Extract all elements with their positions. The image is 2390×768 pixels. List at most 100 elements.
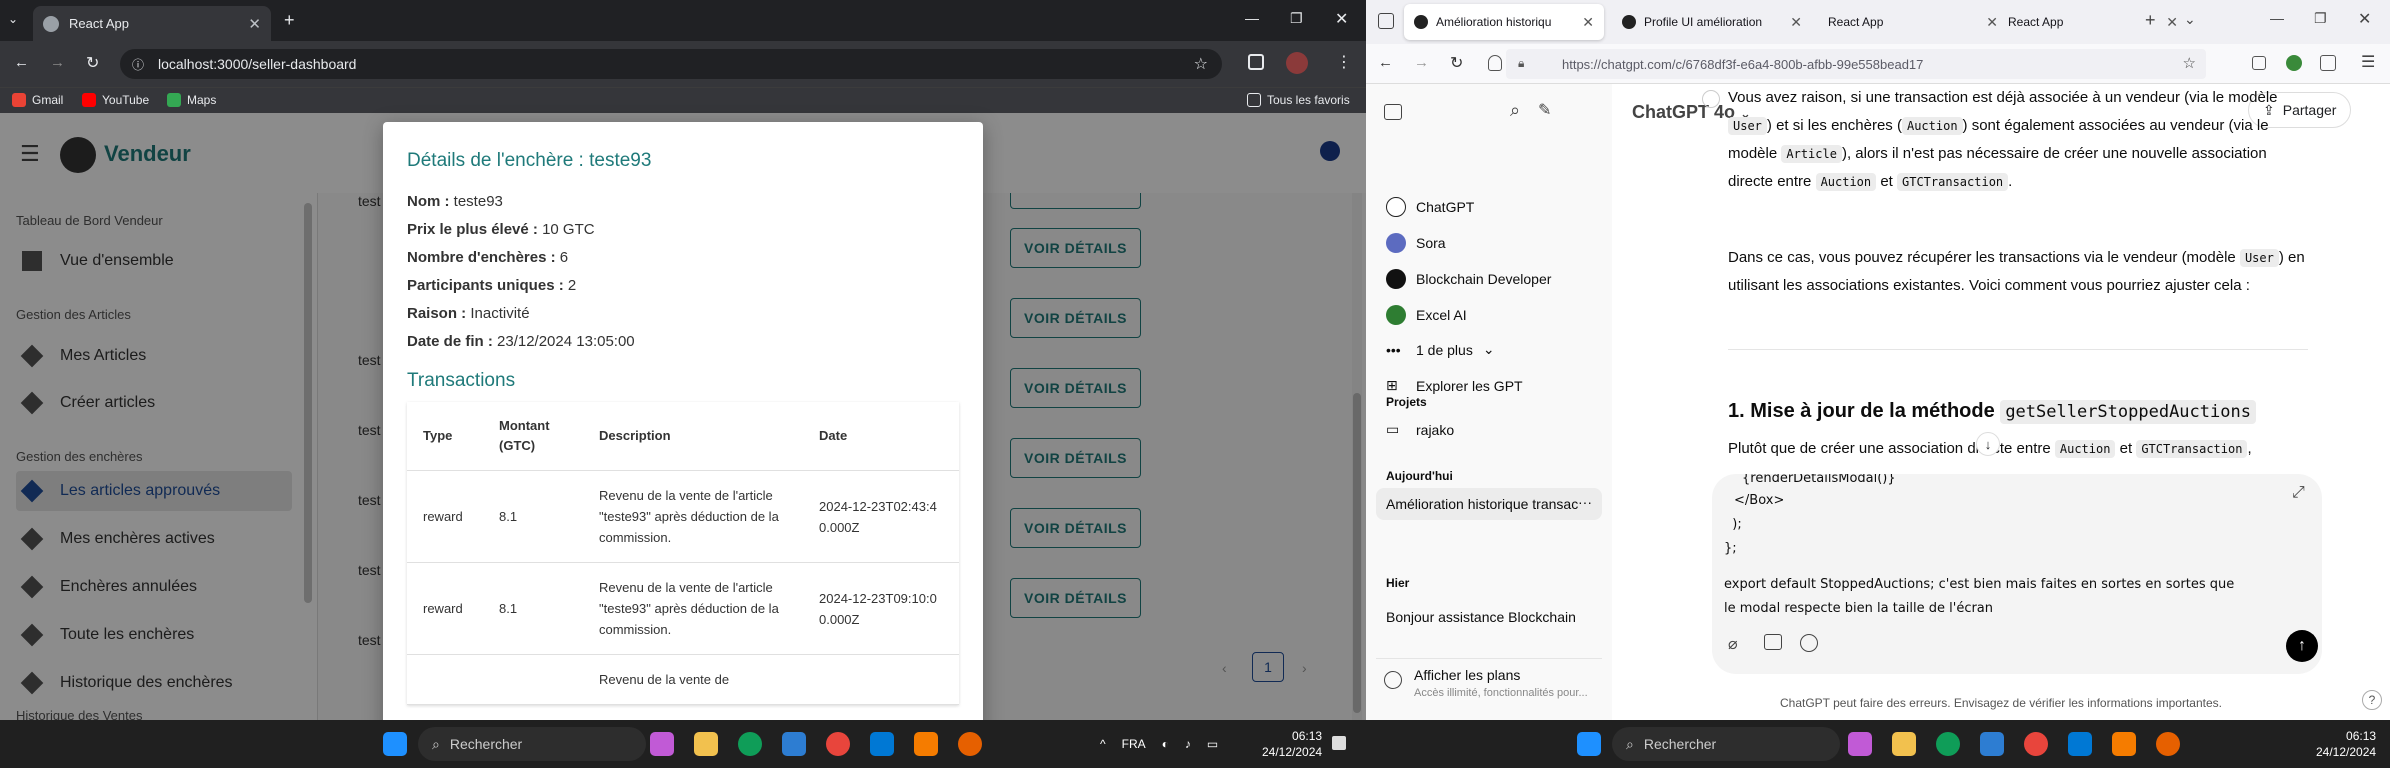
forward-icon[interactable]: → bbox=[1414, 54, 1429, 71]
extensions-icon[interactable] bbox=[2320, 55, 2336, 71]
gpt-item-sora[interactable]: Sora bbox=[1386, 233, 1446, 253]
clock[interactable]: 06:13 24/12/2024 bbox=[2316, 728, 2376, 760]
gmail-icon bbox=[12, 93, 26, 107]
maximize-icon[interactable]: ❐ bbox=[1290, 10, 1303, 27]
extension-icon[interactable] bbox=[2286, 55, 2302, 71]
edge-icon[interactable] bbox=[1936, 732, 1960, 756]
all-bookmarks[interactable]: Tous les favoris bbox=[1247, 93, 1350, 107]
copilot-icon[interactable] bbox=[650, 732, 674, 756]
attach-icon[interactable]: ⌀ bbox=[1728, 634, 1738, 654]
file-explorer-icon[interactable] bbox=[694, 732, 718, 756]
copilot-icon[interactable] bbox=[1848, 732, 1872, 756]
chrome-icon[interactable] bbox=[826, 732, 850, 756]
pocket-icon[interactable] bbox=[2252, 56, 2266, 70]
xampp-icon[interactable] bbox=[2112, 732, 2136, 756]
close-icon[interactable]: ✕ bbox=[248, 15, 261, 33]
edge-icon[interactable] bbox=[738, 732, 762, 756]
site-info-icon[interactable]: ⓘ bbox=[132, 56, 144, 73]
more-icon: ••• bbox=[1386, 341, 1401, 358]
chrome-icon[interactable] bbox=[2024, 732, 2048, 756]
minimize-icon[interactable]: — bbox=[1245, 10, 1259, 26]
minimize-icon[interactable]: — bbox=[2270, 10, 2284, 26]
gpt-item-blockchain[interactable]: Blockchain Developer bbox=[1386, 269, 1551, 289]
maximize-icon[interactable]: ❐ bbox=[2314, 10, 2327, 27]
taskbar-search[interactable]: ⌕ Rechercher bbox=[1612, 727, 1840, 761]
xampp-icon[interactable] bbox=[914, 732, 938, 756]
sidebar-toggle-icon[interactable] bbox=[1378, 13, 1394, 29]
reload-icon[interactable]: ↻ bbox=[86, 53, 99, 73]
close-icon[interactable]: ✕ bbox=[1582, 14, 1594, 31]
file-explorer-icon[interactable] bbox=[1892, 732, 1916, 756]
scroll-down-icon[interactable]: ↓ bbox=[1976, 432, 2000, 456]
store-icon[interactable] bbox=[1980, 732, 2004, 756]
back-icon[interactable]: ← bbox=[1378, 54, 1393, 71]
taskbar-search[interactable]: ⌕ Rechercher bbox=[418, 727, 646, 761]
window-close-icon[interactable]: ✕ bbox=[1335, 9, 1348, 29]
profile-avatar[interactable] bbox=[1286, 52, 1308, 74]
reload-icon[interactable]: ↻ bbox=[1450, 53, 1463, 73]
close-sidebar-icon[interactable] bbox=[1384, 104, 1402, 120]
new-tab-icon[interactable]: + bbox=[284, 10, 295, 31]
chrome-tab-react-app[interactable]: React App ✕ bbox=[33, 6, 271, 41]
bookmark-star-icon[interactable]: ☆ bbox=[1194, 54, 1208, 74]
close-icon[interactable]: ✕ bbox=[1790, 14, 1802, 31]
window-close-icon[interactable]: ✕ bbox=[2358, 9, 2371, 29]
gpt-more[interactable]: ••• 1 de plus ⌄ bbox=[1386, 341, 1495, 358]
notifications-icon[interactable] bbox=[1332, 736, 1346, 750]
new-tab-icon[interactable]: + bbox=[2145, 10, 2156, 31]
chat-item[interactable]: Bonjour assistance Blockchain bbox=[1386, 609, 1576, 625]
bookmark-youtube[interactable]: YouTube bbox=[82, 93, 149, 107]
menu-icon[interactable]: ☰ bbox=[2361, 52, 2375, 72]
new-chat-icon[interactable]: ✎ bbox=[1538, 100, 1551, 120]
table-row: Revenu de la vente de bbox=[407, 654, 959, 705]
close-icon[interactable]: ✕ bbox=[1986, 14, 1998, 31]
gpt-item-chatgpt[interactable]: ChatGPT bbox=[1386, 197, 1474, 217]
list-tabs-icon[interactable]: ⌄ bbox=[2184, 11, 2196, 28]
more-options-icon[interactable]: ··· bbox=[1578, 494, 1592, 510]
chevron-up-icon[interactable]: ^ bbox=[1100, 737, 1106, 751]
firefox-tab-active[interactable]: Amélioration historiqu ✕ bbox=[1404, 4, 1604, 40]
send-button[interactable]: ↑ bbox=[2286, 630, 2318, 662]
clock[interactable]: 06:13 24/12/2024 bbox=[1262, 728, 1322, 760]
firefox-tab[interactable]: Profile UI amélioration ✕ bbox=[1612, 4, 1812, 40]
bookmark-star-icon[interactable]: ☆ bbox=[2183, 54, 2196, 72]
gpt-item-excel[interactable]: Excel AI bbox=[1386, 305, 1467, 325]
globe-icon[interactable] bbox=[1800, 634, 1818, 652]
menu-icon[interactable]: ⋮ bbox=[1336, 52, 1352, 72]
battery-icon[interactable]: ▭ bbox=[1207, 737, 1218, 751]
explore-gpts[interactable]: ⊞ Explorer les GPT bbox=[1386, 377, 1523, 394]
close-icon[interactable]: ✕ bbox=[2166, 14, 2178, 31]
vscode-icon[interactable] bbox=[870, 732, 894, 756]
firefox-icon[interactable] bbox=[958, 732, 982, 756]
back-icon[interactable]: ← bbox=[14, 54, 29, 71]
store-icon[interactable] bbox=[782, 732, 806, 756]
search-icon[interactable]: ⌕ bbox=[1510, 100, 1520, 121]
upgrade-plans[interactable]: Afficher les plans Accès illimité, fonct… bbox=[1376, 658, 1602, 702]
firefox-icon[interactable] bbox=[2156, 732, 2180, 756]
firefox-tab[interactable]: React App ✕ bbox=[1998, 4, 2188, 40]
start-icon[interactable] bbox=[1577, 732, 1601, 756]
expand-icon[interactable]: ⤢ bbox=[2292, 484, 2305, 502]
forward-icon[interactable]: → bbox=[50, 54, 65, 71]
address-bar[interactable]: 🔒︎ https://chatgpt.com/c/6768df3f-e6a4-8… bbox=[1506, 49, 2206, 79]
tools-icon[interactable] bbox=[1764, 634, 1782, 650]
inline-code: Auction bbox=[1901, 117, 1963, 135]
extensions-icon[interactable] bbox=[1248, 54, 1264, 70]
lock-icon[interactable]: 🔒︎ bbox=[1518, 56, 1524, 71]
start-icon[interactable] bbox=[383, 732, 407, 756]
volume-icon[interactable]: ♪ bbox=[1185, 737, 1191, 751]
message-composer[interactable]: {renderDetailsModal()} </Box> );}; export … bbox=[1712, 474, 2322, 674]
vscode-icon[interactable] bbox=[2068, 732, 2092, 756]
tab-search-icon[interactable]: ⌄ bbox=[8, 12, 18, 26]
shield-icon[interactable] bbox=[1488, 55, 1502, 71]
language-indicator[interactable]: FRA bbox=[1122, 737, 1146, 751]
firefox-tab[interactable]: React App ✕ bbox=[1818, 4, 2008, 40]
bookmark-maps[interactable]: Maps bbox=[167, 93, 216, 107]
project-rajako[interactable]: ▭ rajako bbox=[1386, 421, 1454, 438]
composer-text[interactable]: {renderDetailsModal()} </Box> );}; export … bbox=[1724, 474, 2264, 621]
network-icon[interactable]: ◐ bbox=[1162, 737, 1169, 751]
help-icon[interactable]: ? bbox=[2362, 690, 2382, 710]
chat-item-active[interactable]: Amélioration historique transac ··· bbox=[1376, 488, 1602, 520]
bookmark-gmail[interactable]: Gmail bbox=[12, 93, 63, 107]
address-bar[interactable]: ⓘ localhost:3000/seller-dashboard ☆ bbox=[120, 49, 1222, 79]
